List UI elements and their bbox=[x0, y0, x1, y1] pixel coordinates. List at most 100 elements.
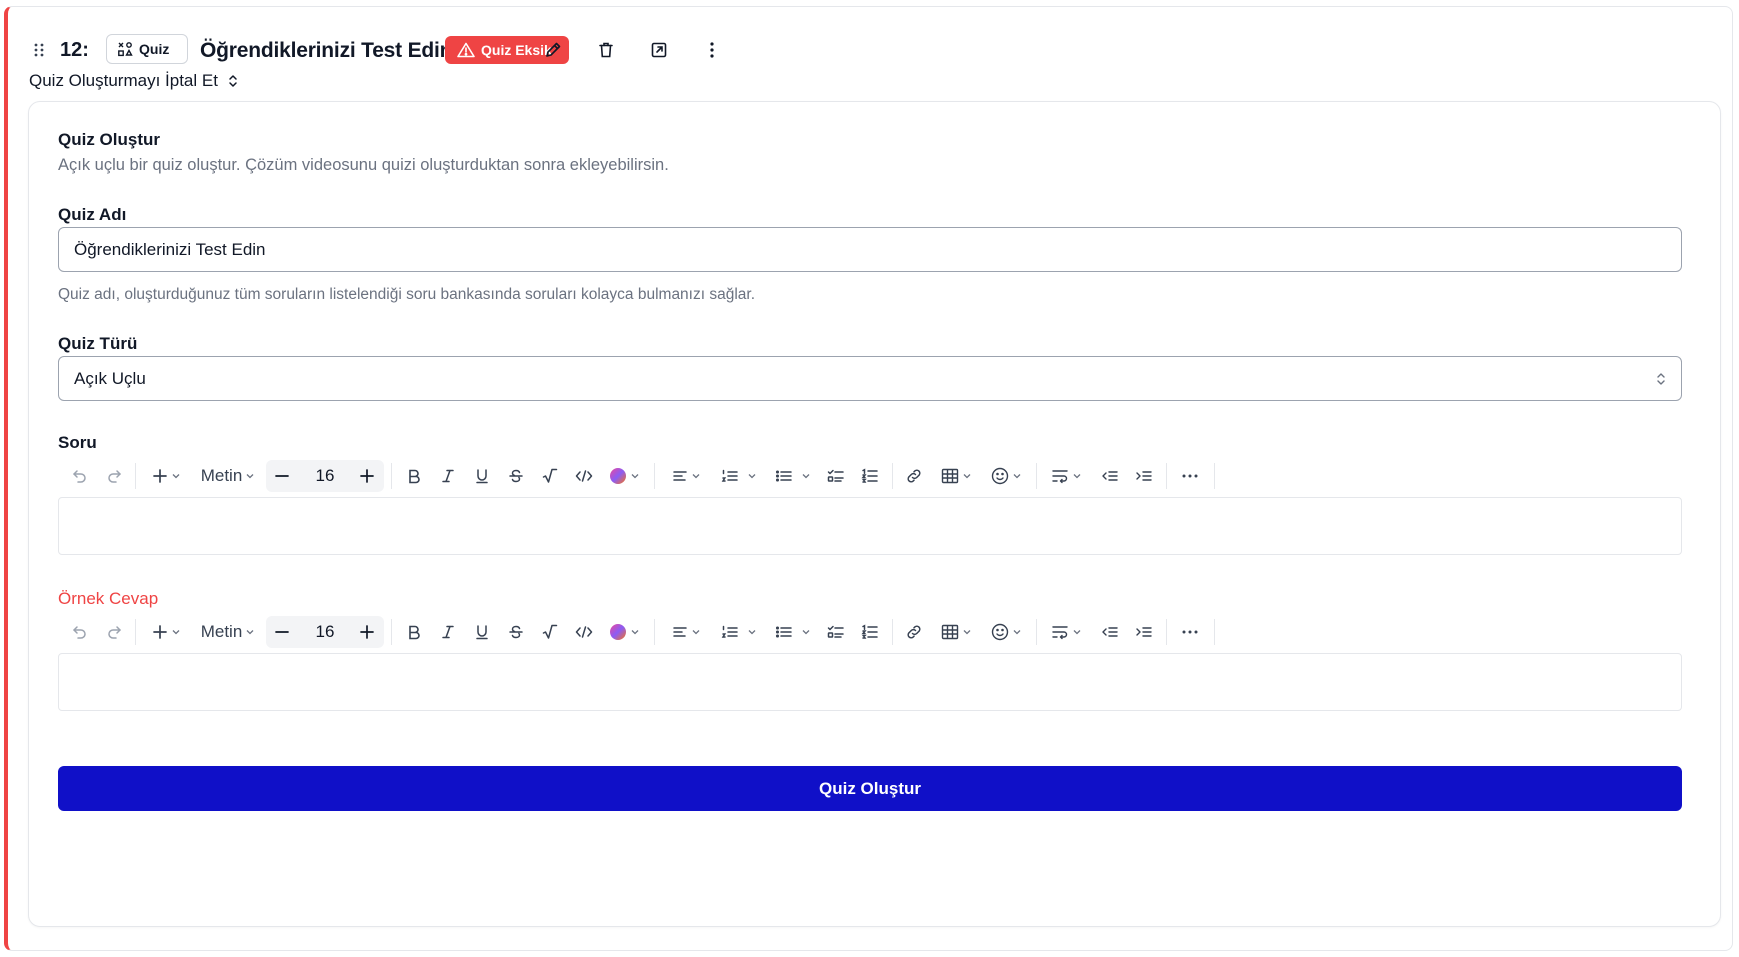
text-style-dropdown[interactable]: Metin bbox=[196, 612, 260, 652]
math-button[interactable] bbox=[536, 612, 564, 652]
insert-button[interactable] bbox=[146, 612, 186, 652]
quiz-name-input[interactable] bbox=[58, 227, 1682, 272]
bold-icon bbox=[406, 468, 422, 484]
strikethrough-button[interactable] bbox=[502, 612, 530, 652]
underline-button[interactable] bbox=[468, 612, 496, 652]
ordered-list-button[interactable] bbox=[716, 612, 744, 652]
emoji-dropdown[interactable] bbox=[986, 456, 1026, 496]
bullet-list-button[interactable] bbox=[770, 612, 798, 652]
lesson-number: 12: bbox=[60, 39, 89, 61]
undo-icon bbox=[71, 467, 89, 485]
form-description: Açık uçlu bir quiz oluştur. Çözüm videos… bbox=[58, 156, 669, 174]
outdent-icon bbox=[1101, 468, 1119, 484]
chevron-down-icon bbox=[171, 471, 181, 481]
sample-answer-editor[interactable] bbox=[58, 653, 1682, 711]
ordered-list-button[interactable] bbox=[716, 456, 744, 496]
bullet-list-options[interactable] bbox=[798, 456, 814, 496]
redo-button[interactable] bbox=[100, 456, 128, 496]
warning-icon bbox=[457, 42, 475, 58]
code-button[interactable] bbox=[570, 456, 598, 496]
quiz-chip-label: Quiz bbox=[139, 41, 170, 57]
checklist-button[interactable] bbox=[822, 456, 850, 496]
checklist-icon bbox=[827, 468, 845, 484]
font-size-increase-button[interactable] bbox=[351, 456, 383, 496]
chevron-down-icon bbox=[747, 627, 757, 637]
edit-button[interactable] bbox=[537, 35, 569, 65]
table-icon bbox=[941, 468, 959, 484]
sample-answer-label: Örnek Cevap bbox=[58, 589, 159, 608]
bullet-list-icon bbox=[775, 468, 793, 484]
align-dropdown[interactable] bbox=[666, 612, 706, 652]
more-tools-button[interactable] bbox=[1174, 612, 1206, 652]
text-wrap-dropdown[interactable] bbox=[1046, 612, 1086, 652]
redo-button[interactable] bbox=[100, 612, 128, 652]
underline-button[interactable] bbox=[468, 456, 496, 496]
delete-button[interactable] bbox=[590, 35, 622, 65]
quiz-type-select[interactable]: Açık Uçlu bbox=[58, 356, 1682, 401]
outdent-button[interactable] bbox=[1096, 612, 1124, 652]
link-button[interactable] bbox=[900, 456, 928, 496]
minus-icon bbox=[274, 468, 290, 484]
chevron-up-down-icon bbox=[1656, 372, 1666, 386]
lesson-card: 12: Quiz Öğrendiklerinizi Test Edin Quiz… bbox=[4, 6, 1733, 951]
font-size-value[interactable]: 16 bbox=[295, 616, 355, 648]
redo-icon bbox=[105, 467, 123, 485]
chevron-down-icon bbox=[747, 471, 757, 481]
font-size-decrease-button[interactable] bbox=[266, 456, 298, 496]
vertical-dots-icon bbox=[709, 41, 715, 59]
plus-icon bbox=[152, 624, 168, 640]
text-wrap-dropdown[interactable] bbox=[1046, 456, 1086, 496]
chevron-down-icon bbox=[801, 627, 811, 637]
numbered-steps-button[interactable] bbox=[856, 456, 884, 496]
insert-button[interactable] bbox=[146, 456, 186, 496]
indent-button[interactable] bbox=[1130, 612, 1158, 652]
checklist-button[interactable] bbox=[822, 612, 850, 652]
indent-icon bbox=[1135, 468, 1153, 484]
font-size-decrease-button[interactable] bbox=[266, 612, 298, 652]
emoji-dropdown[interactable] bbox=[986, 612, 1026, 652]
math-button[interactable] bbox=[536, 456, 564, 496]
undo-button[interactable] bbox=[66, 456, 94, 496]
chevron-down-icon bbox=[171, 627, 181, 637]
bold-button[interactable] bbox=[400, 612, 428, 652]
create-quiz-button[interactable]: Quiz Oluştur bbox=[58, 766, 1682, 811]
chevron-down-icon bbox=[245, 471, 255, 481]
outdent-button[interactable] bbox=[1096, 456, 1124, 496]
undo-button[interactable] bbox=[66, 612, 94, 652]
font-size-increase-button[interactable] bbox=[351, 612, 383, 652]
code-button[interactable] bbox=[570, 612, 598, 652]
drag-handle-icon[interactable] bbox=[32, 38, 46, 62]
more-tools-button[interactable] bbox=[1174, 456, 1206, 496]
chevron-down-icon bbox=[962, 471, 972, 481]
italic-button[interactable] bbox=[434, 612, 462, 652]
open-button[interactable] bbox=[643, 35, 675, 65]
table-icon bbox=[941, 624, 959, 640]
checklist-icon bbox=[827, 624, 845, 640]
list-numbers-icon bbox=[861, 624, 879, 640]
cancel-quiz-toggle[interactable]: Quiz Oluşturmayı İptal Et bbox=[29, 71, 238, 91]
align-dropdown[interactable] bbox=[666, 456, 706, 496]
font-size-value[interactable]: 16 bbox=[295, 460, 355, 492]
code-icon bbox=[575, 624, 593, 640]
external-link-icon bbox=[650, 41, 668, 59]
question-editor[interactable] bbox=[58, 497, 1682, 555]
strikethrough-button[interactable] bbox=[502, 456, 530, 496]
text-color-button[interactable] bbox=[604, 612, 644, 652]
text-style-dropdown[interactable]: Metin bbox=[196, 456, 260, 496]
text-style-label: Metin bbox=[200, 466, 243, 485]
square-root-icon bbox=[542, 468, 558, 484]
table-dropdown[interactable] bbox=[936, 612, 976, 652]
text-color-button[interactable] bbox=[604, 456, 644, 496]
ordered-list-options[interactable] bbox=[744, 456, 760, 496]
ordered-list-options[interactable] bbox=[744, 612, 760, 652]
numbered-steps-button[interactable] bbox=[856, 612, 884, 652]
bullet-list-options[interactable] bbox=[798, 612, 814, 652]
quiz-type-label: Quiz Türü bbox=[58, 334, 138, 353]
more-options-button[interactable] bbox=[696, 35, 728, 65]
link-button[interactable] bbox=[900, 612, 928, 652]
table-dropdown[interactable] bbox=[936, 456, 976, 496]
indent-button[interactable] bbox=[1130, 456, 1158, 496]
bold-button[interactable] bbox=[400, 456, 428, 496]
bullet-list-button[interactable] bbox=[770, 456, 798, 496]
italic-button[interactable] bbox=[434, 456, 462, 496]
